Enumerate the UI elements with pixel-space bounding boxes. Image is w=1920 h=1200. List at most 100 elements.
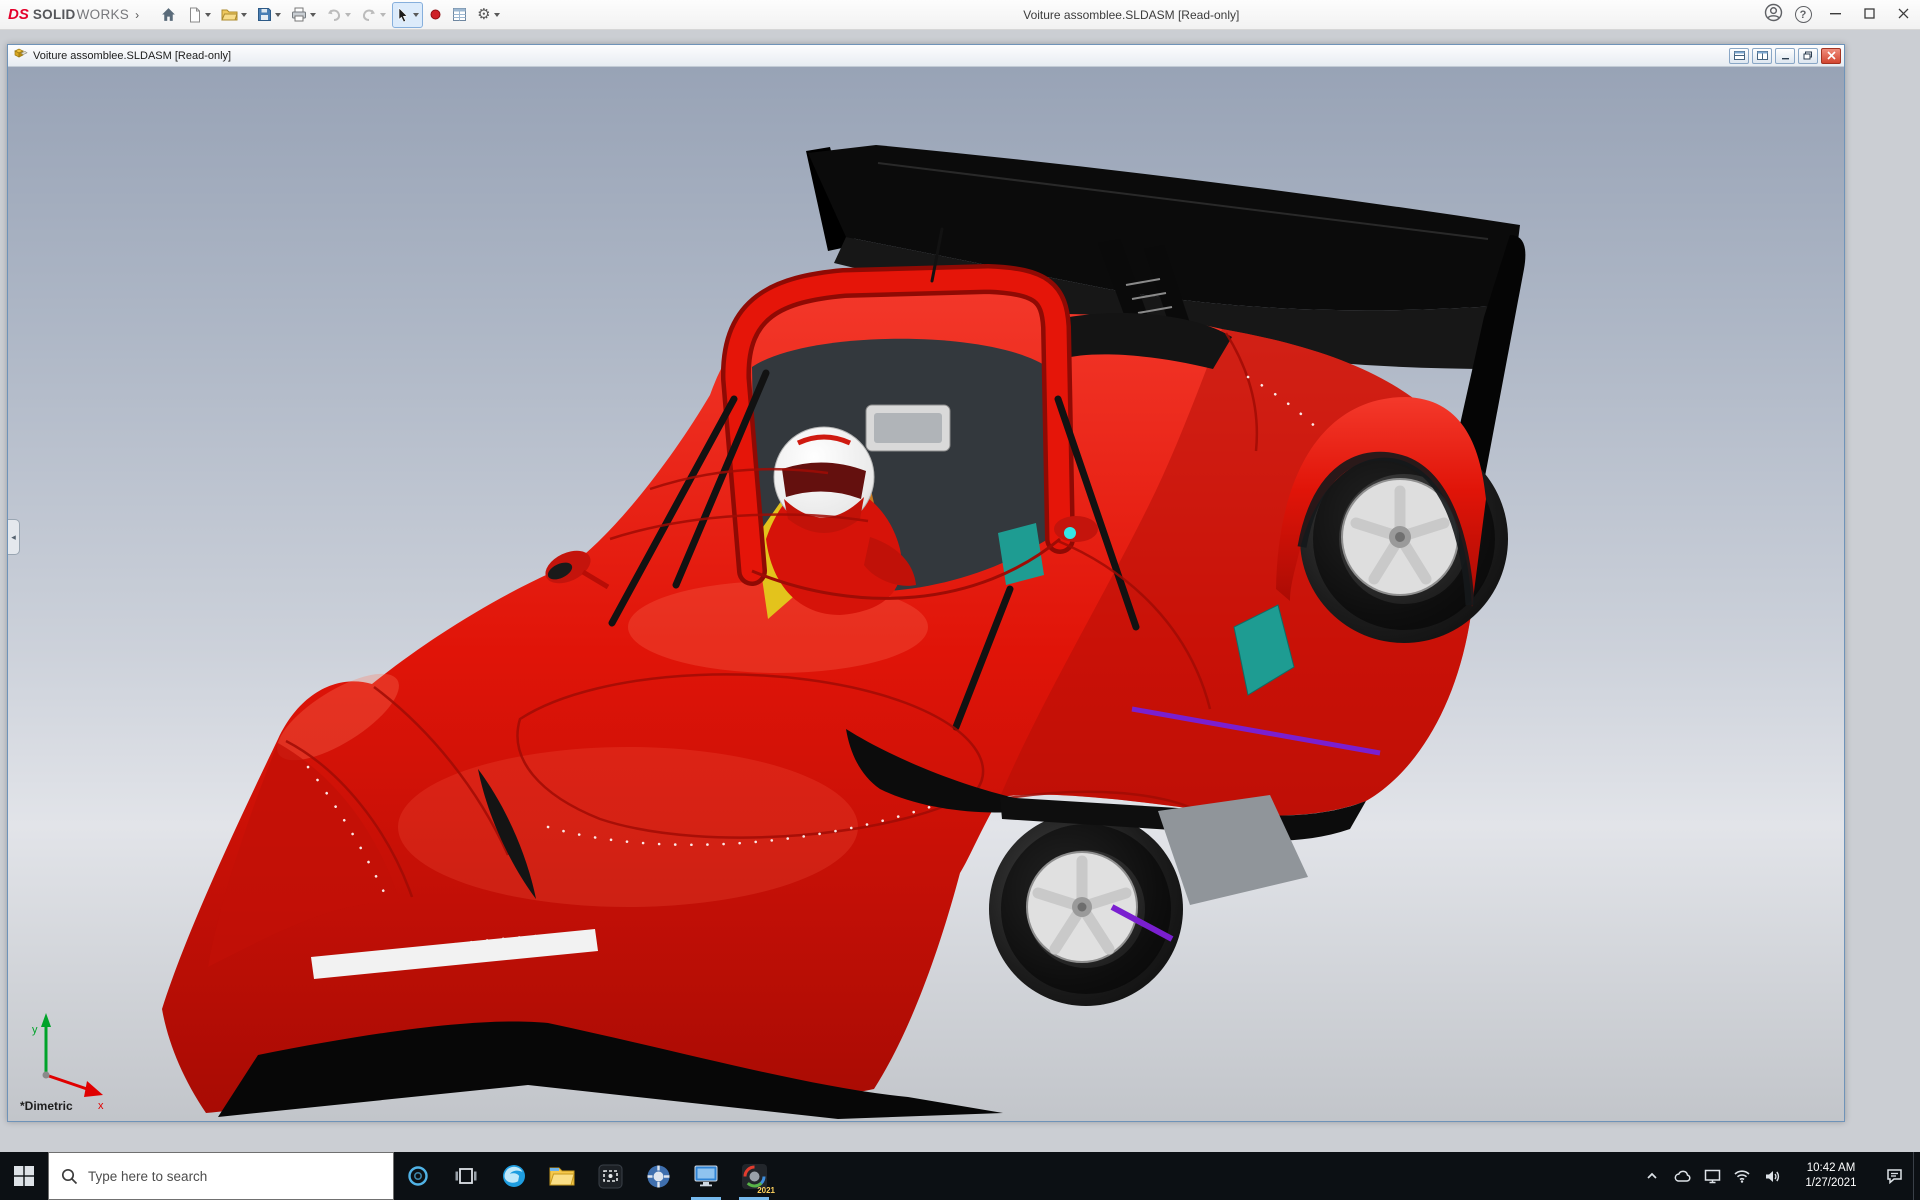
options-dropdown[interactable]: [494, 13, 500, 17]
undo-button[interactable]: [322, 2, 355, 28]
document-title: Voiture assomblee.SLDASM [Read-only]: [33, 50, 1726, 62]
print-icon: [291, 7, 307, 22]
doc-close-button[interactable]: [1821, 48, 1841, 64]
select-tool-button[interactable]: [392, 2, 423, 28]
start-button[interactable]: [0, 1152, 48, 1200]
help-button[interactable]: ?: [1788, 0, 1818, 30]
app-window-title: Voiture assomblee.SLDASM [Read-only]: [505, 8, 1758, 22]
account-button[interactable]: [1758, 0, 1788, 30]
document-window: Voiture assomblee.SLDASM [Read-only]: [7, 44, 1845, 1122]
assembly-file-icon: [13, 46, 28, 65]
new-document-icon: [187, 7, 202, 23]
file-explorer-icon: [549, 1165, 575, 1187]
taskbar-clock[interactable]: 10:42 AM 1/27/2021: [1787, 1152, 1875, 1200]
left-rear-wheel: [989, 812, 1183, 1006]
graphics-area[interactable]: y x *Dimetric ◂: [8, 67, 1844, 1121]
open-dropdown[interactable]: [241, 13, 247, 17]
clock-time: 10:42 AM: [1807, 1161, 1856, 1176]
system-tray: 10:42 AM 1/27/2021: [1637, 1152, 1920, 1200]
edrawings-icon: [646, 1164, 671, 1189]
edrawings-button[interactable]: [634, 1152, 682, 1200]
close-icon: [1898, 6, 1909, 24]
new-document-dropdown[interactable]: [205, 13, 211, 17]
red-dot-icon: [429, 8, 442, 21]
properties-table-icon: [452, 7, 467, 22]
monitor-app-icon: [693, 1164, 719, 1188]
home-button[interactable]: [156, 2, 181, 28]
quick-access-toolbar: ⚙: [155, 2, 504, 28]
document-titlebar[interactable]: Voiture assomblee.SLDASM [Read-only]: [8, 45, 1844, 67]
app-minimize-button[interactable]: [1818, 0, 1852, 30]
solidworks-app: { "app_titlebar": { "brand_ds": "DS", "b…: [0, 0, 1920, 1200]
windows-logo-icon: [13, 1165, 35, 1187]
maximize-icon: [1864, 6, 1875, 24]
options-button[interactable]: ⚙: [473, 2, 503, 28]
solidworks-taskbar-button[interactable]: 2021: [730, 1152, 778, 1200]
new-document-button[interactable]: [183, 2, 215, 28]
volume-tray-button[interactable]: [1757, 1152, 1787, 1200]
edge-button[interactable]: [490, 1152, 538, 1200]
doc-minimize-icon: [1781, 52, 1790, 60]
solidworks-logo[interactable]: DS SOLID WORKS ›: [8, 6, 139, 23]
redo-button[interactable]: [357, 2, 390, 28]
doc-restore-button[interactable]: [1798, 48, 1818, 64]
doc-restore-icon: [1803, 51, 1813, 60]
account-icon: [1764, 3, 1783, 27]
workspace-background: Voiture assomblee.SLDASM [Read-only]: [0, 30, 1920, 1152]
view-orientation-label: *Dimetric: [20, 1099, 73, 1113]
show-desktop-button[interactable]: [1913, 1152, 1920, 1200]
speaker-icon: [1764, 1169, 1781, 1184]
redo-icon: [361, 8, 377, 22]
mouse-gesture-button[interactable]: [425, 2, 446, 28]
taskbar-search[interactable]: [48, 1152, 394, 1200]
onedrive-tray-button[interactable]: [1667, 1152, 1697, 1200]
hidden-icons-button[interactable]: [1637, 1152, 1667, 1200]
chevron-up-icon: [1645, 1169, 1659, 1183]
save-button[interactable]: [253, 2, 285, 28]
brand-expand-arrow[interactable]: ›: [135, 8, 139, 22]
display-tray-button[interactable]: [1697, 1152, 1727, 1200]
doc-tile-vertical-button[interactable]: [1752, 48, 1772, 64]
snip-tool-button[interactable]: [586, 1152, 634, 1200]
save-dropdown[interactable]: [275, 13, 281, 17]
redo-dropdown[interactable]: [380, 13, 386, 17]
snip-tool-icon: [598, 1164, 623, 1189]
app-close-button[interactable]: [1886, 0, 1920, 30]
search-input[interactable]: [88, 1169, 381, 1184]
home-icon: [160, 6, 177, 23]
save-icon: [257, 7, 272, 22]
svg-text:x: x: [98, 1100, 104, 1112]
properties-button[interactable]: [448, 2, 471, 28]
ds-logo: DS: [8, 6, 29, 23]
help-icon: ?: [1795, 6, 1812, 23]
feature-tree-flyout-tab[interactable]: ◂: [8, 519, 20, 555]
select-cursor-icon: [396, 7, 410, 23]
action-center-button[interactable]: [1875, 1152, 1913, 1200]
print-dropdown[interactable]: [310, 13, 316, 17]
tile-vertical-icon: [1757, 51, 1768, 60]
select-tool-dropdown[interactable]: [413, 13, 419, 17]
action-center-icon: [1886, 1168, 1903, 1184]
app-maximize-button[interactable]: [1852, 0, 1886, 30]
open-button[interactable]: [217, 2, 251, 28]
doc-minimize-button[interactable]: [1775, 48, 1795, 64]
task-view-button[interactable]: [442, 1152, 490, 1200]
display-app-button[interactable]: [682, 1152, 730, 1200]
doc-tile-horizontal-button[interactable]: [1729, 48, 1749, 64]
solidworks-year-badge: 2021: [757, 1186, 775, 1195]
task-view-icon: [454, 1164, 478, 1188]
car-body: [162, 229, 1472, 1119]
cloud-icon: [1673, 1169, 1691, 1183]
minimize-icon: [1830, 6, 1841, 24]
edge-icon: [501, 1163, 527, 1189]
cortana-button[interactable]: [394, 1152, 442, 1200]
undo-dropdown[interactable]: [345, 13, 351, 17]
gear-icon: ⚙: [477, 7, 490, 22]
network-tray-button[interactable]: [1727, 1152, 1757, 1200]
cortana-icon: [406, 1164, 430, 1188]
print-button[interactable]: [287, 2, 320, 28]
monitor-icon: [1704, 1169, 1721, 1184]
file-explorer-button[interactable]: [538, 1152, 586, 1200]
doc-close-icon: [1827, 51, 1836, 60]
app-titlebar: DS SOLID WORKS ›: [0, 0, 1920, 30]
